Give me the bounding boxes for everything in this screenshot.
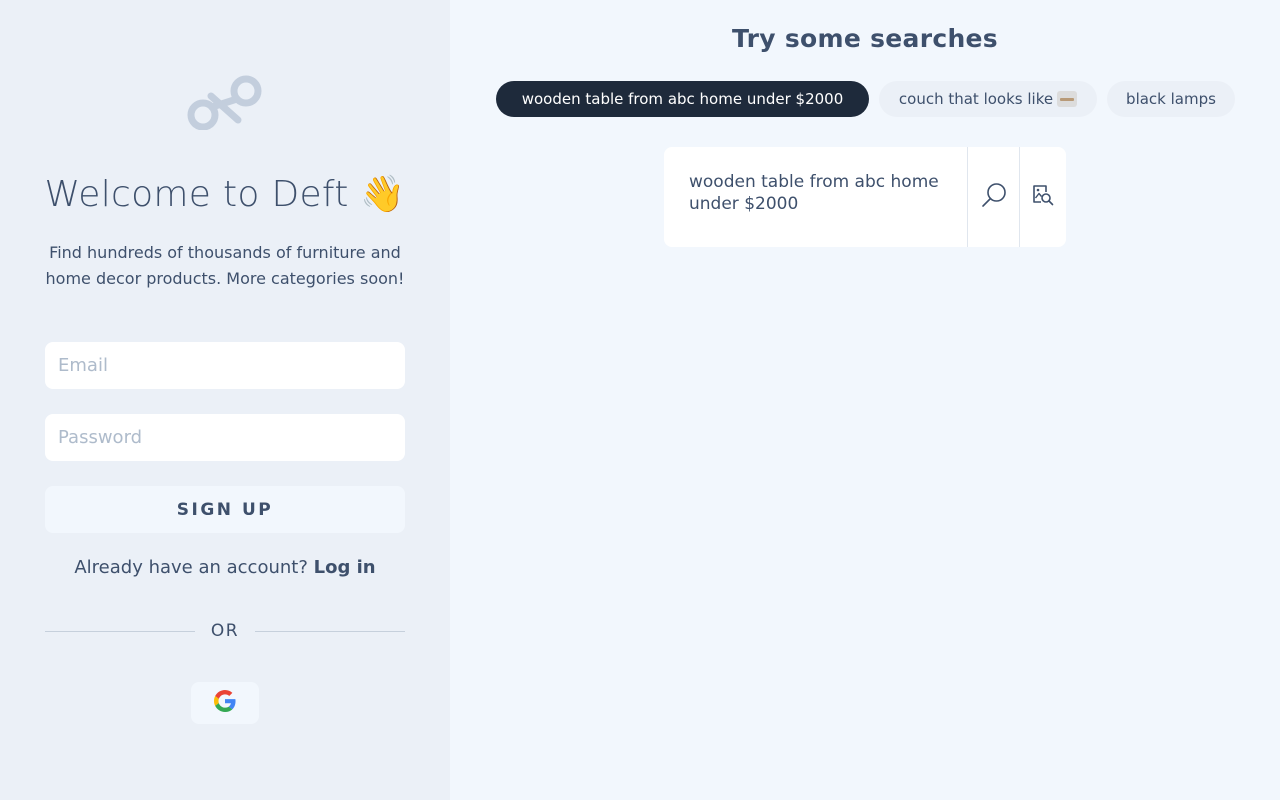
- divider-line-right: [255, 630, 405, 632]
- couch-thumbnail-icon: [1057, 91, 1078, 107]
- signup-panel: Welcome to Deft 👋 Find hundreds of thous…: [0, 0, 450, 800]
- suggestion-chip-wooden-table[interactable]: wooden table from abc home under $2000: [496, 81, 869, 117]
- suggestion-chip-black-lamps[interactable]: black lamps: [1107, 81, 1235, 117]
- search-input[interactable]: wooden table from abc home under $2000: [689, 171, 949, 215]
- login-link[interactable]: Log in: [314, 557, 376, 578]
- signup-button[interactable]: SIGN UP: [45, 486, 405, 533]
- search-icon: [980, 181, 1008, 213]
- deft-logo-icon: [186, 72, 266, 131]
- divider-line-left: [45, 630, 195, 632]
- welcome-subtitle: Find hundreds of thousands of furniture …: [45, 243, 405, 288]
- email-field[interactable]: [45, 342, 405, 389]
- search-button[interactable]: [968, 147, 1019, 247]
- login-prompt: Already have an account? Log in: [0, 557, 450, 578]
- suggestion-chip-couch[interactable]: couch that looks like: [879, 81, 1097, 117]
- or-text: OR: [210, 621, 240, 641]
- chip-label: black lamps: [1126, 90, 1216, 108]
- image-search-button[interactable]: [1020, 147, 1066, 247]
- google-signin-button[interactable]: [191, 682, 259, 724]
- password-field[interactable]: [45, 414, 405, 461]
- search-box: wooden table from abc home under $2000: [664, 147, 1066, 247]
- try-searches-title: Try some searches: [732, 24, 998, 53]
- welcome-title: Welcome to Deft 👋: [44, 174, 406, 215]
- chip-label: couch that looks like: [898, 90, 1054, 108]
- chip-label: wooden table from abc home under $2000: [521, 90, 844, 108]
- google-icon: [214, 690, 236, 716]
- image-search-icon: [1032, 184, 1054, 210]
- already-have-account-text: Already have an account?: [74, 557, 308, 578]
- or-divider: OR: [45, 620, 405, 642]
